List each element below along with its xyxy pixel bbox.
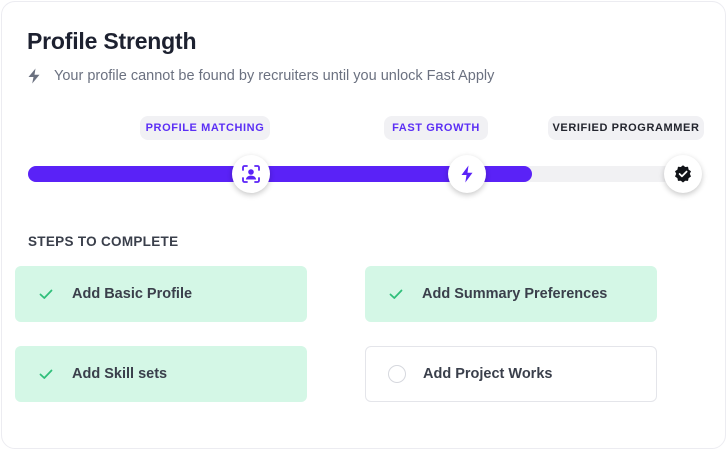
- subtitle-row: Your profile cannot be found by recruite…: [27, 67, 494, 85]
- page-title: Profile Strength: [27, 28, 197, 54]
- step-label: Add Skill sets: [72, 366, 168, 382]
- milestone-profile-matching-node[interactable]: [232, 155, 270, 193]
- step-label: Add Summary Preferences: [422, 286, 608, 302]
- step-add-basic-profile[interactable]: Add Basic Profile: [15, 266, 307, 322]
- milestone-fast-growth-node[interactable]: [448, 155, 486, 193]
- milestone-verified-programmer-label: VERIFIED PROGRAMMER: [548, 116, 704, 140]
- empty-circle-icon: [388, 365, 406, 383]
- step-add-project-works[interactable]: Add Project Works: [365, 346, 657, 402]
- step-label: Add Project Works: [423, 366, 553, 382]
- milestone-verified-programmer-node[interactable]: [664, 155, 702, 193]
- check-icon: [37, 365, 55, 383]
- step-add-summary-preferences[interactable]: Add Summary Preferences: [365, 266, 657, 322]
- lightning-icon: [461, 165, 473, 183]
- milestone-profile-matching-label: PROFILE MATCHING: [140, 116, 270, 140]
- profile-strength-card: Profile Strength Your profile cannot be …: [1, 1, 726, 449]
- step-add-skill-sets[interactable]: Add Skill sets: [15, 346, 307, 402]
- check-icon: [37, 285, 55, 303]
- check-icon: [387, 285, 405, 303]
- lightning-icon: [28, 68, 40, 84]
- profile-scan-icon: [242, 165, 260, 183]
- steps-heading: STEPS TO COMPLETE: [28, 234, 179, 249]
- subtitle: Your profile cannot be found by recruite…: [54, 68, 495, 84]
- step-label: Add Basic Profile: [72, 286, 193, 302]
- milestone-fast-growth-label: FAST GROWTH: [384, 116, 488, 140]
- progress-track: [28, 166, 700, 182]
- verified-badge-icon: [675, 165, 691, 183]
